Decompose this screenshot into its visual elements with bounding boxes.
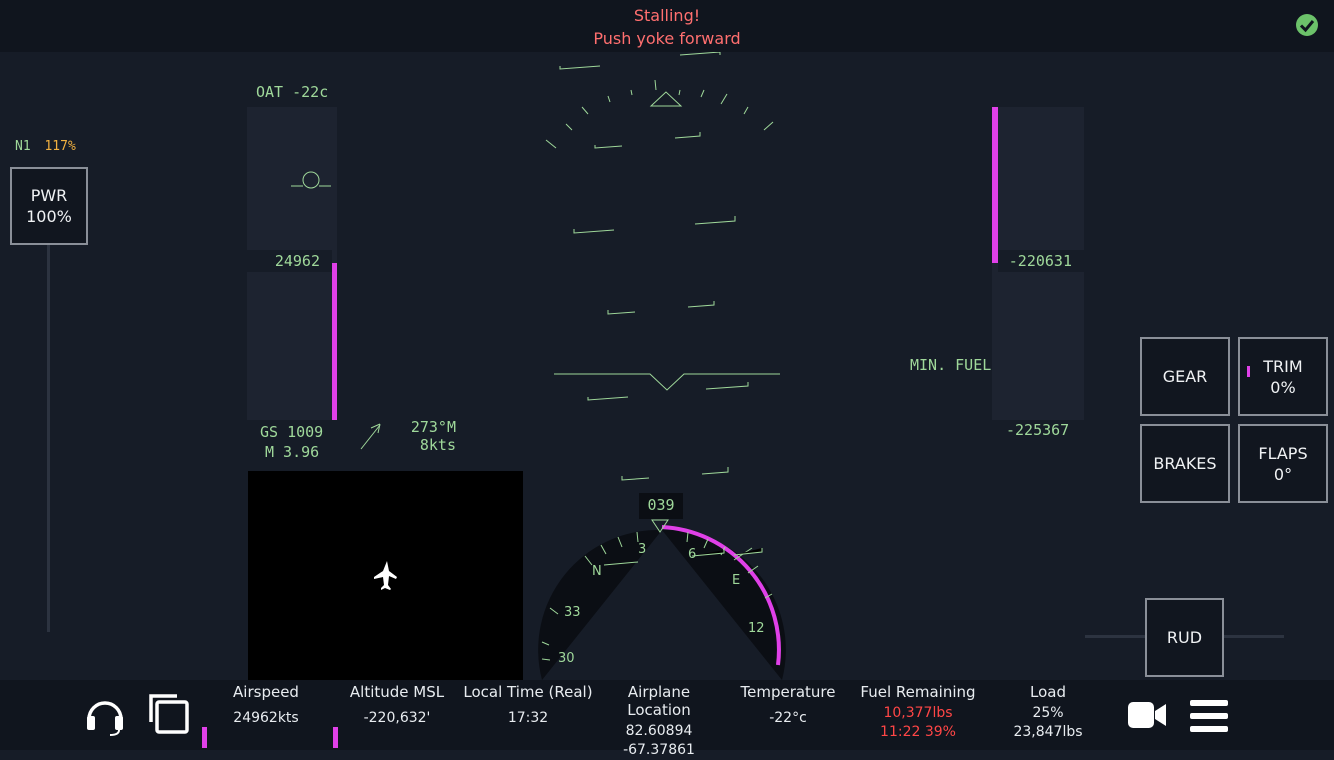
wind-speed: 8kts xyxy=(419,436,456,454)
stat-location: Airplane Location 82.60894 -67.37861 xyxy=(594,683,724,760)
stat-fuel-weight: 10,377lbs xyxy=(883,705,953,721)
altitude-lower-readout: -225367 xyxy=(1006,421,1070,439)
ground-speed-block: GS 1009 M 3.96 xyxy=(260,422,323,462)
power-throttle-handle[interactable]: PWR 100% xyxy=(10,167,88,245)
pwr-label: PWR xyxy=(30,186,68,205)
n1-value: 117% xyxy=(44,139,76,154)
stat-fuel-time: 11:22 39% xyxy=(880,724,956,740)
stat-time-value: 17:32 xyxy=(507,710,549,726)
stat-load: Load 25% 23,847lbs xyxy=(1000,683,1096,742)
stat-fuel-label: Fuel Remaining xyxy=(860,683,976,701)
stat-airspeed: Airspeed 24962kts xyxy=(216,683,316,728)
trim-label: TRIM xyxy=(1263,356,1303,376)
pwr-value: 100% xyxy=(26,207,72,226)
stat-altitude-label: Altitude MSL xyxy=(349,683,445,701)
stall-warning: Stalling! Push yoke forward xyxy=(0,4,1334,50)
heading-tick-30: 30 xyxy=(558,651,575,666)
heading-tick-n: N xyxy=(592,564,602,579)
stat-time-label: Local Time (Real) xyxy=(463,683,593,701)
stat-local-time: Local Time (Real) 17:32 xyxy=(462,683,594,728)
wind-arrow-icon xyxy=(360,423,381,450)
stat-load-percent: 25% xyxy=(1032,705,1064,721)
heading-tick-e: E xyxy=(732,573,740,588)
flaps-label: FLAPS xyxy=(1258,443,1308,463)
heading-tick-33: 33 xyxy=(564,605,581,620)
min-fuel-marker: MIN. FUEL xyxy=(910,356,992,374)
menu-icon[interactable] xyxy=(1188,698,1230,734)
ground-speed: GS 1009 xyxy=(260,423,324,441)
stat-temperature-label: Temperature xyxy=(740,683,836,701)
heading-compass: 3 6 E 12 33 30 N xyxy=(538,525,786,680)
gear-button[interactable]: GEAR xyxy=(1140,337,1230,416)
pitch-ladder xyxy=(545,52,780,481)
oat-readout: OAT -22c xyxy=(256,83,329,101)
stat-fuel: Fuel Remaining 10,377lbs 11:22 39% xyxy=(858,683,978,742)
mach-number: M 3.96 xyxy=(265,443,320,461)
stat-location-label: Airplane Location xyxy=(627,683,691,719)
stat-location-lon: -67.37861 xyxy=(623,742,695,758)
heading-tick-6: 6 xyxy=(688,547,696,562)
copy-windows-icon[interactable] xyxy=(147,692,191,736)
minimap[interactable] xyxy=(248,471,523,680)
heading-pointer-icon xyxy=(651,519,669,533)
stall-warning-instruction: Push yoke forward xyxy=(593,29,741,48)
airspeed-stat-bar xyxy=(202,727,207,748)
stall-warning-title: Stalling! xyxy=(633,6,701,25)
trim-value: 0% xyxy=(1270,377,1296,397)
heading-readout: 039 xyxy=(639,493,683,519)
flaps-button[interactable]: FLAPS 0° xyxy=(1238,424,1328,503)
stat-load-label: Load xyxy=(1030,683,1066,701)
altitude-stat-bar xyxy=(333,727,338,748)
wind-direction: 273°M xyxy=(410,418,456,436)
stat-airspeed-value: 24962kts xyxy=(233,710,299,726)
camera-icon[interactable] xyxy=(1126,698,1168,732)
stat-load-weight: 23,847lbs xyxy=(1013,724,1083,740)
altitude-trend-bar xyxy=(992,107,998,263)
n1-readout: N1 117% xyxy=(15,139,76,154)
stat-airspeed-label: Airspeed xyxy=(233,683,299,701)
wind-readout: 273°M 8kts xyxy=(400,418,456,454)
check-icon[interactable] xyxy=(1296,14,1318,36)
stat-location-lat: 82.60894 xyxy=(625,723,693,739)
brakes-button[interactable]: BRAKES xyxy=(1140,424,1230,503)
stat-temperature: Temperature -22°c xyxy=(736,683,840,728)
airspeed-readout: 24962 xyxy=(247,250,332,272)
stat-altitude: Altitude MSL -220,632' xyxy=(344,683,450,728)
rud-label: RUD xyxy=(1166,628,1203,647)
trim-indicator xyxy=(1247,366,1250,377)
brakes-label: BRAKES xyxy=(1153,454,1217,473)
flaps-value: 0° xyxy=(1273,464,1293,484)
heading-tick-12: 12 xyxy=(748,621,765,636)
airspeed-trend-bar xyxy=(332,263,337,420)
headset-icon[interactable] xyxy=(84,694,126,736)
rudder-handle[interactable]: RUD xyxy=(1145,598,1224,677)
stat-altitude-value: -220,632' xyxy=(363,710,431,726)
throttle-track[interactable] xyxy=(47,230,50,632)
trim-button[interactable]: TRIM 0% xyxy=(1238,337,1328,416)
airplane-map-icon xyxy=(374,561,397,590)
gear-label: GEAR xyxy=(1162,367,1208,386)
n1-label: N1 xyxy=(15,139,31,154)
heading-tick-3: 3 xyxy=(638,542,646,557)
flight-path-marker-icon xyxy=(291,171,331,189)
altitude-readout: -220631 xyxy=(998,250,1084,272)
stat-temperature-value: -22°c xyxy=(769,710,807,726)
